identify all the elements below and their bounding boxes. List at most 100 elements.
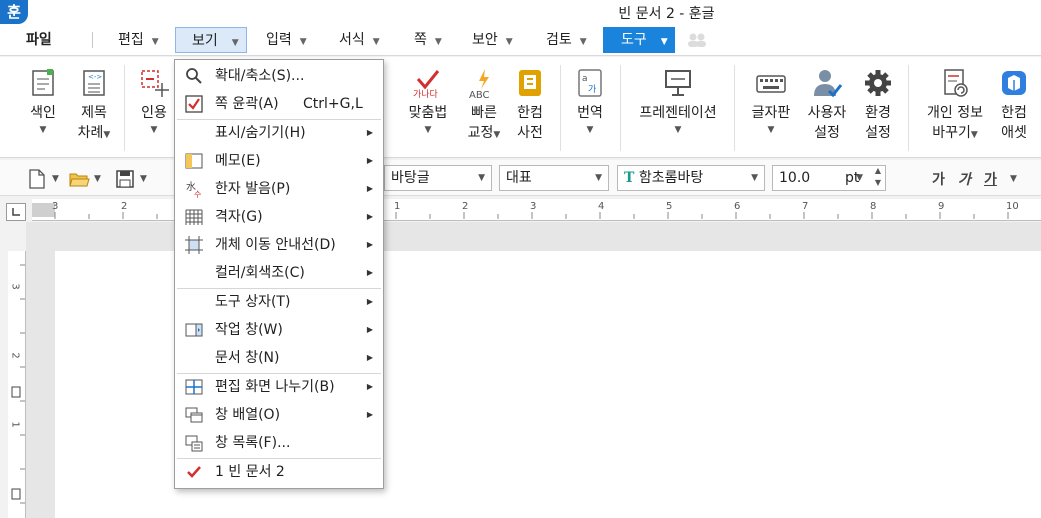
ribbon-dictionary-button[interactable]: 한컴 사전 <box>512 67 548 143</box>
menu-item-label: 창 배열(O) <box>215 407 281 423</box>
style-select[interactable]: 바탕글 ▼ <box>384 165 492 191</box>
ruler-label: 2 <box>462 201 469 212</box>
menu-edit[interactable]: 편집 ▼ <box>118 27 159 53</box>
underline-button[interactable]: 가 <box>984 169 997 189</box>
ruler-label: 10 <box>1006 201 1019 212</box>
menu-view-label: 보기 <box>192 33 218 49</box>
submenu-arrow-icon: ▶ <box>366 212 373 221</box>
ribbon-user-settings-button[interactable]: 사용자 설정 <box>804 67 850 143</box>
chevron-down-icon: ▼ <box>505 37 513 47</box>
gear-icon <box>865 70 891 96</box>
menu-review[interactable]: 검토 ▼ <box>546 27 587 53</box>
menu-item-window-list[interactable]: 창 목록(F)... <box>175 429 383 457</box>
user-settings-icon <box>814 70 843 98</box>
ribbon-toc-label-1: 제목 <box>81 105 107 121</box>
ribbon-keyboard-button[interactable]: 글자판 ▼ <box>748 67 794 137</box>
menu-item-document-window[interactable]: 문서 창(N) ▶ <box>175 344 383 372</box>
ribbon-index-label: 색인 <box>30 105 56 121</box>
submenu-arrow-icon: ▶ <box>366 353 373 362</box>
ribbon-privacy-button[interactable]: 개인 정보 바꾸기▼ <box>920 67 990 145</box>
truetype-font-icon: T <box>624 170 635 186</box>
menu-item-page-outline[interactable]: 쪽 윤곽(A) Ctrl+G,L <box>175 90 383 118</box>
menu-item-split-view[interactable]: 편집 화면 나누기(B) ▶ <box>175 373 383 401</box>
font-size-input[interactable]: 10.0 pt ▼ ▲ ▼ <box>772 165 886 191</box>
translate-icon: a가 <box>578 69 602 97</box>
menu-format[interactable]: 서식 ▼ <box>339 27 380 53</box>
ruler-label: 5 <box>666 201 673 212</box>
ribbon-env-settings-label-1: 환경 <box>865 105 891 121</box>
bold-button[interactable]: 가 <box>932 169 945 189</box>
menu-security[interactable]: 보안 ▼ <box>472 27 513 53</box>
menu-format-label: 서식 <box>339 32 365 48</box>
open-folder-icon[interactable] <box>68 168 90 190</box>
spin-buttons[interactable]: ▲ ▼ <box>875 165 881 189</box>
save-icon[interactable] <box>114 168 136 190</box>
chevron-down-icon: ▼ <box>579 37 587 47</box>
menu-item-label: 작업 창(W) <box>215 322 283 338</box>
font-select[interactable]: T 함초롬바탕 ▼ <box>617 165 765 191</box>
menu-item-color-grayscale[interactable]: 컬러/회색조(C) ▶ <box>175 259 383 287</box>
language-select-value: 대표 <box>506 170 532 186</box>
new-document-icon[interactable] <box>26 168 48 190</box>
chevron-down-icon: ▼ <box>434 37 442 47</box>
menu-item-show-hide[interactable]: 표시/숨기기(H) ▶ <box>175 119 383 147</box>
menu-item-open-document[interactable]: 1 빈 문서 2 <box>175 458 383 486</box>
ribbon-spellcheck-button[interactable]: 가나다 맞춤법 ▼ <box>404 67 452 137</box>
menu-item-task-pane[interactable]: 작업 창(W) ▶ <box>175 316 383 344</box>
menu-item-label: 문서 창(N) <box>215 350 280 366</box>
privacy-icon <box>944 69 968 97</box>
menu-tools[interactable]: 도구 ▼ <box>603 27 675 53</box>
ribbon-quick-correct-button[interactable]: ABC 빠른 교정▼ <box>462 67 506 145</box>
chevron-down-icon[interactable]: ▼ <box>94 174 101 184</box>
menu-item-arrange-windows[interactable]: 창 배열(O) ▶ <box>175 401 383 429</box>
ruler-label: 3 <box>52 201 59 212</box>
chevron-down-icon: ▼ <box>674 125 682 135</box>
asset-icon <box>1002 71 1026 95</box>
submenu-arrow-icon: ▶ <box>366 240 373 249</box>
menu-item-memo[interactable]: 메모(E) ▶ <box>175 147 383 175</box>
chevron-down-icon[interactable]: ▼ <box>52 174 59 184</box>
vertical-ruler[interactable]: 3 2 1 <box>8 251 26 518</box>
menu-insert[interactable]: 입력 ▼ <box>266 27 307 53</box>
chevron-down-icon[interactable]: ▼ <box>140 174 147 184</box>
menu-item-label: 표시/숨기기(H) <box>215 125 306 141</box>
menu-item-label: 메모(E) <box>215 153 261 169</box>
chevron-down-icon: ▼ <box>478 173 485 183</box>
menu-item-guide-lines[interactable]: 개체 이동 안내선(D) ▶ <box>175 231 383 259</box>
menu-item-grid[interactable]: 격자(G) ▶ <box>175 203 383 231</box>
ribbon-translate-button[interactable]: a가 번역 ▼ <box>572 67 608 137</box>
ruler-tab-selector[interactable] <box>6 203 26 221</box>
language-select[interactable]: 대표 ▼ <box>499 165 609 191</box>
menu-item-shortcut: Ctrl+G,L <box>303 96 363 112</box>
ribbon-env-settings-button[interactable]: 환경 설정 <box>860 67 896 143</box>
users-icon[interactable] <box>686 32 708 48</box>
ribbon-index-button[interactable]: 색인 ▼ <box>24 67 62 137</box>
menu-edit-label: 편집 <box>118 32 144 48</box>
ribbon-asset-button[interactable]: 한컴 애셋 <box>996 67 1032 143</box>
menu-view[interactable]: 보기 ▼ <box>175 27 247 53</box>
ribbon-toc-button[interactable]: <-> 제목 차례▼ <box>72 67 116 145</box>
menu-item-label: 편집 화면 나누기(B) <box>215 379 335 395</box>
menu-item-hanja-pronunciation[interactable]: 水수 한자 발음(P) ▶ <box>175 175 383 203</box>
font-select-value: 함초롬바탕 <box>638 170 704 186</box>
ribbon-presentation-button[interactable]: 프레젠테이션 ▼ <box>634 67 722 137</box>
style-select-value: 바탕글 <box>391 170 430 186</box>
ribbon-quick-correct-label-1: 빠른 <box>471 105 497 121</box>
ribbon-keyboard-label: 글자판 <box>751 105 791 121</box>
ribbon-spellcheck-label: 맞춤법 <box>408 105 448 121</box>
menu-page[interactable]: 쪽 ▼ <box>414 27 442 53</box>
chevron-down-icon: ▼ <box>586 125 594 135</box>
ribbon-quick-correct-label-2: 교정 <box>467 125 494 141</box>
svg-text:가: 가 <box>588 84 596 95</box>
chevron-down-icon: ▼ <box>493 130 501 140</box>
menu-item-toolbox[interactable]: 도구 상자(T) ▶ <box>175 288 383 316</box>
menu-item-zoom[interactable]: 확대/축소(S)... <box>175 62 383 90</box>
ribbon-citation-button[interactable]: 인용 ▼ <box>136 67 172 137</box>
menu-file[interactable]: 파일 <box>26 27 52 53</box>
ruler-label: 6 <box>734 201 741 212</box>
italic-button[interactable]: 가 <box>958 169 971 189</box>
menu-insert-label: 입력 <box>266 32 292 48</box>
chevron-down-icon: ▼ <box>856 173 863 183</box>
chevron-down-icon: ▼ <box>970 130 978 140</box>
chevron-down-icon[interactable]: ▼ <box>1010 174 1017 184</box>
